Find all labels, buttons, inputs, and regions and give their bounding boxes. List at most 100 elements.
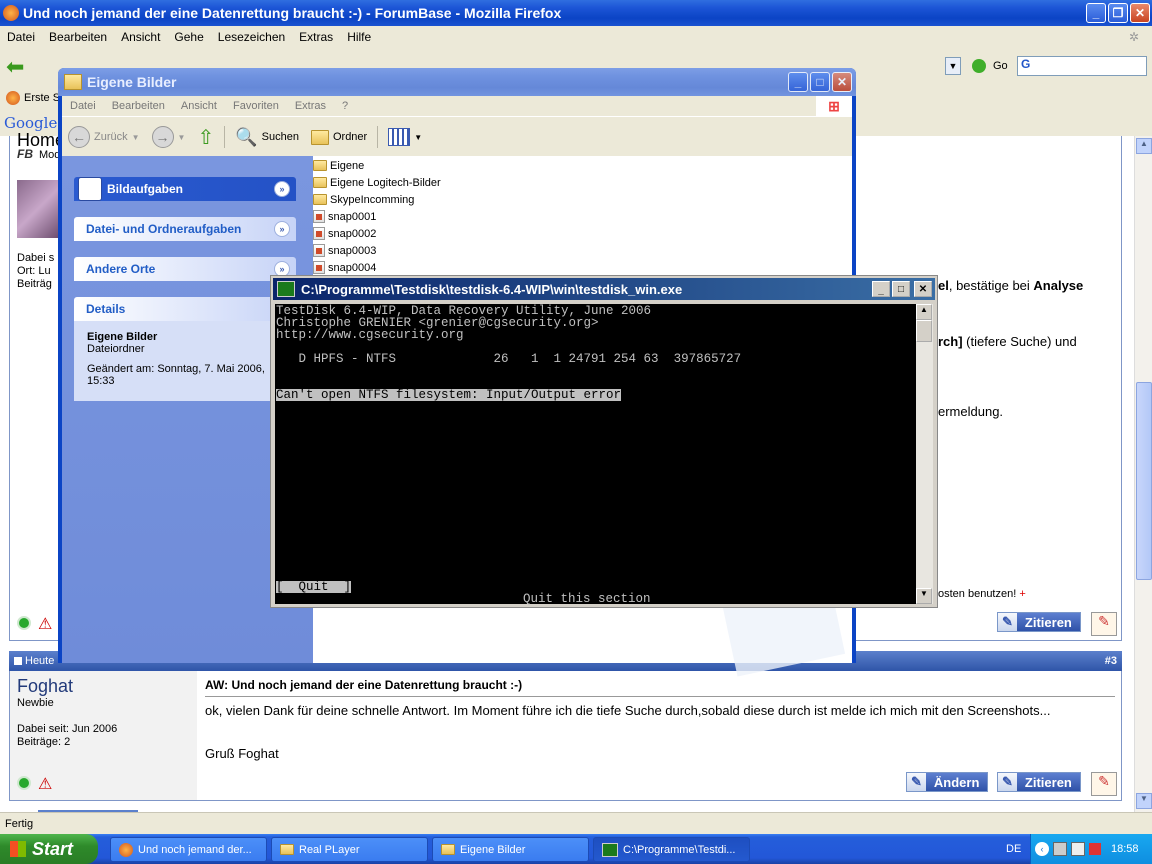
go-button[interactable]: Go <box>993 60 1008 72</box>
restore-button[interactable]: ❐ <box>1108 3 1128 23</box>
post3-report-warning-icon[interactable]: ⚠ <box>38 774 52 794</box>
scroll-thumb[interactable] <box>1136 382 1152 580</box>
explorer-toolbar: ← Zurück ▼ → ▼ ⇧ 🔍 Suchen Ordner ▼ <box>62 116 852 157</box>
firefox-scrollbar[interactable]: ▲ ▼ <box>1134 136 1152 812</box>
post-text-3: ermeldung. <box>938 404 1004 419</box>
console-scroll-up[interactable]: ▲ <box>916 304 932 320</box>
post3-body: ok, vielen Dank für deine schnelle Antwo… <box>205 703 1051 718</box>
console-close-button[interactable]: ✕ <box>914 281 932 297</box>
scroll-up-arrow[interactable]: ▲ <box>1136 138 1152 154</box>
multi-quote-icon[interactable]: ✎ <box>1091 612 1117 636</box>
explorer-minimize-button[interactable]: _ <box>788 72 808 92</box>
explorer-menu-datei[interactable]: Datei <box>62 100 104 112</box>
menu-lesezeichen[interactable]: Lesezeichen <box>211 30 292 44</box>
post3-username[interactable]: Foghat <box>17 676 73 697</box>
explorer-menu-ansicht[interactable]: Ansicht <box>173 100 225 112</box>
tray-monitor-icon[interactable] <box>1071 842 1085 856</box>
folders-button[interactable]: Ordner <box>305 129 373 145</box>
file-item-snap0002[interactable]: snap0002 <box>313 225 441 242</box>
partition-line: D HPFS - NTFS 26 1 1 24791 254 63 397865… <box>276 352 742 366</box>
taskbar-item-firefox[interactable]: Und noch jemand der... <box>110 837 267 862</box>
post3-post-count: Beiträge: 2 <box>17 736 71 748</box>
console-title-bar[interactable]: C:\Programme\Testdisk\testdisk-6.4-WIP\w… <box>273 278 935 300</box>
explorer-menu-extras[interactable]: Extras <box>287 100 334 112</box>
post3-number[interactable]: #3 <box>1105 655 1117 667</box>
file-item-snap0003[interactable]: snap0003 <box>313 242 441 259</box>
tray-network-icon[interactable] <box>1053 842 1067 856</box>
close-button[interactable]: ✕ <box>1130 3 1150 23</box>
zitieren-button-post2[interactable]: ✎ Zitieren <box>997 612 1081 632</box>
task-details-header[interactable]: Details <box>74 297 296 321</box>
language-indicator[interactable]: DE <box>1006 843 1021 855</box>
start-button[interactable]: Start <box>0 834 98 864</box>
google-search-icon: G <box>1021 57 1031 71</box>
quit-button[interactable]: [ Quit ] <box>276 581 352 593</box>
back-arrow-icon[interactable]: ⬅ <box>6 54 24 80</box>
toolbar-separator <box>377 126 379 148</box>
console-scroll-thumb[interactable] <box>916 320 932 342</box>
file-item-eigene[interactable]: Eigene <box>313 157 441 174</box>
aendern-button[interactable]: ✎ Ändern <box>906 772 989 792</box>
taskbar-item-eigene-bilder[interactable]: Eigene Bilder <box>432 837 589 862</box>
file-item-snap0001[interactable]: snap0001 <box>313 208 441 225</box>
forward-button[interactable]: → ▼ <box>146 126 192 148</box>
views-button[interactable]: ▼ <box>382 128 428 146</box>
back-button[interactable]: ← Zurück ▼ <box>62 126 146 148</box>
expand-chevron-icon[interactable]: » <box>274 221 290 237</box>
menu-bearbeiten[interactable]: Bearbeiten <box>42 30 114 44</box>
file-item-skype[interactable]: SkypeIncomming <box>313 191 441 208</box>
explorer-menu-favoriten[interactable]: Favoriten <box>225 100 287 112</box>
console-window: C:\Programme\Testdisk\testdisk-6.4-WIP\w… <box>270 275 938 608</box>
scroll-down-arrow[interactable]: ▼ <box>1136 793 1152 809</box>
post3-multi-quote-icon[interactable]: ✎ <box>1091 772 1117 796</box>
tray-expand-icon[interactable]: ‹ <box>1035 842 1049 856</box>
explorer-title-bar[interactable]: Eigene Bilder _ □ ✕ <box>58 68 856 96</box>
bookmark-erste-schritte[interactable]: Erste S <box>24 92 60 104</box>
search-input[interactable]: G <box>1017 56 1147 76</box>
explorer-menu-bearbeiten[interactable]: Bearbeiten <box>104 100 173 112</box>
menu-ansicht[interactable]: Ansicht <box>114 30 167 44</box>
task-bildaufgaben-header[interactable]: Bildaufgaben » <box>74 177 296 201</box>
task-datei-ordner-header[interactable]: Datei- und Ordneraufgaben » <box>74 217 296 241</box>
image-file-icon <box>313 210 325 223</box>
folder-icon <box>313 160 327 171</box>
zitieren-button-post3[interactable]: ✎ Zitieren <box>997 772 1081 792</box>
menu-datei[interactable]: Datei <box>0 30 42 44</box>
explorer-window-title: Eigene Bilder <box>87 74 177 90</box>
up-folder-icon[interactable]: ⇧ <box>197 125 214 150</box>
explorer-maximize-button[interactable]: □ <box>810 72 830 92</box>
go-icon[interactable] <box>972 59 986 73</box>
details-type: Dateiordner <box>87 343 145 355</box>
explorer-close-button[interactable]: ✕ <box>832 72 852 92</box>
minimize-button[interactable]: _ <box>1086 3 1106 23</box>
post-text-1-bold-b: Analyse <box>1033 278 1084 293</box>
taskbar-item-realplayer[interactable]: Real PLayer <box>271 837 428 862</box>
console-scroll-down[interactable]: ▼ <box>916 588 932 604</box>
console-minimize-button[interactable]: _ <box>872 281 890 297</box>
explorer-menu-help[interactable]: ? <box>334 100 356 112</box>
search-button[interactable]: 🔍 Suchen <box>229 127 305 148</box>
menu-extras[interactable]: Extras <box>292 30 340 44</box>
expand-chevron-icon[interactable]: » <box>274 181 290 197</box>
report-warning-icon[interactable]: ⚠ <box>38 614 52 634</box>
tray-app-icon[interactable] <box>1089 843 1101 855</box>
post-text-4: osten benutzen! <box>938 588 1017 600</box>
folder-icon <box>280 844 294 855</box>
task-andere-orte-header[interactable]: Andere Orte » <box>74 257 296 281</box>
menu-gehe[interactable]: Gehe <box>167 30 210 44</box>
console-output[interactable]: TestDisk 6.4-WIP, Data Recovery Utility,… <box>275 304 916 605</box>
firefox-title-bar[interactable]: Und noch jemand der eine Datenrettung br… <box>0 0 1152 26</box>
url-dropdown-button[interactable]: ▼ <box>945 57 961 75</box>
menu-hilfe[interactable]: Hilfe <box>340 30 378 44</box>
file-item-logitech[interactable]: Eigene Logitech-Bilder <box>313 174 441 191</box>
folder-icon <box>441 844 455 855</box>
console-maximize-button[interactable]: □ <box>892 281 910 297</box>
user1-line2: Ort: Lu <box>17 265 51 277</box>
console-scrollbar[interactable]: ▲ ▼ <box>916 304 933 604</box>
post3-rank: Newbie <box>17 697 54 709</box>
tray-clock[interactable]: 18:58 <box>1111 843 1139 855</box>
folder-pictures-icon <box>64 74 82 90</box>
taskbar-item-testdisk[interactable]: C:\Programme\Testdi... <box>593 837 750 862</box>
file-item-snap0004[interactable]: snap0004 <box>313 259 441 276</box>
bookmark-firefox-icon <box>6 91 20 105</box>
